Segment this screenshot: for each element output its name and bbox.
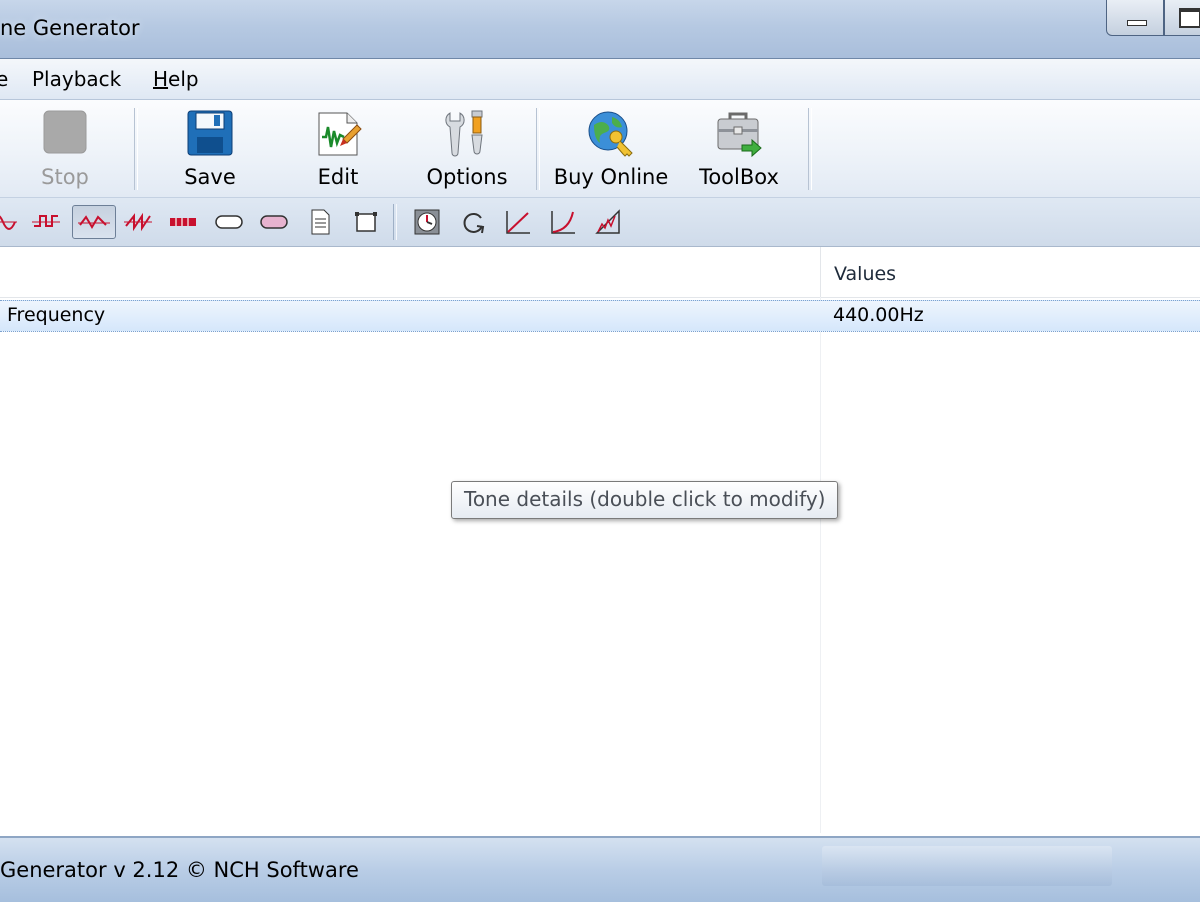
- edit-waveform-icon: [313, 109, 363, 163]
- white-noise-button[interactable]: [212, 205, 246, 239]
- column-header-values[interactable]: Values: [820, 247, 896, 297]
- toolbar-separator: [808, 108, 812, 190]
- menu-playback[interactable]: Playback: [32, 67, 121, 91]
- table-row[interactable]: Frequency 440.00Hz: [0, 300, 1200, 332]
- stop-label: Stop: [41, 165, 89, 189]
- minimize-button[interactable]: [1106, 0, 1164, 36]
- crop-button[interactable]: [349, 205, 383, 239]
- toolbox-label: ToolBox: [699, 165, 779, 189]
- status-panel: [822, 846, 1112, 886]
- options-label: Options: [426, 165, 508, 189]
- edit-label: Edit: [317, 165, 359, 189]
- toolbox-button[interactable]: ToolBox: [694, 106, 784, 194]
- tone-details-list[interactable]: Values Frequency 440.00Hz Tone details (…: [0, 247, 1200, 835]
- options-button[interactable]: Options: [421, 106, 513, 194]
- menu-help-rest: elp: [168, 67, 199, 91]
- sawtooth-wave-button[interactable]: [121, 205, 155, 239]
- status-text: Generator v 2.12 © NCH Software: [0, 858, 359, 882]
- pink-noise-button[interactable]: [257, 205, 291, 239]
- timer-button[interactable]: [410, 205, 444, 239]
- list-header: Values: [0, 247, 1200, 298]
- save-label: Save: [184, 165, 236, 189]
- menu-file[interactable]: e: [0, 67, 8, 91]
- window-title: ne Generator: [0, 16, 140, 40]
- edit-button[interactable]: Edit: [293, 106, 383, 194]
- window-controls: [1106, 0, 1200, 36]
- status-bar: Generator v 2.12 © NCH Software: [0, 836, 1200, 902]
- options-tools-icon: [442, 109, 492, 165]
- toolbox-icon: [714, 109, 764, 163]
- toolbar-separator: [536, 108, 540, 190]
- square-wave-button[interactable]: [29, 205, 63, 239]
- log-sweep-button[interactable]: [546, 205, 580, 239]
- loop-button[interactable]: [456, 205, 490, 239]
- column-divider: [820, 297, 821, 833]
- value-cell: 440.00Hz: [833, 304, 924, 326]
- toolbar-separator: [393, 204, 397, 240]
- save-button[interactable]: Save: [165, 106, 255, 194]
- globe-key-icon: [586, 109, 636, 163]
- main-toolbar: Stop Save Edit Options Buy Online ToolBo…: [0, 100, 1200, 198]
- floppy-disk-icon: [186, 109, 234, 161]
- menu-help-accel: H: [153, 67, 169, 91]
- buy-online-label: Buy Online: [553, 165, 669, 189]
- tooltip: Tone details (double click to modify): [451, 481, 839, 519]
- menu-bar: e Playback Help: [0, 59, 1200, 100]
- title-bar: ne Generator: [0, 0, 1200, 59]
- pulse-wave-button[interactable]: [166, 205, 200, 239]
- property-cell: Frequency: [7, 304, 106, 326]
- sine-wave-button[interactable]: [0, 205, 20, 239]
- tone-type-toolbar: [0, 198, 1200, 247]
- stop-button[interactable]: Stop: [20, 106, 110, 194]
- level-button[interactable]: [591, 205, 625, 239]
- document-button[interactable]: [303, 205, 337, 239]
- toolbar-separator: [134, 108, 138, 190]
- stop-icon: [42, 109, 88, 159]
- triangle-wave-button[interactable]: [72, 205, 116, 239]
- menu-help[interactable]: Help: [153, 67, 199, 91]
- maximize-button[interactable]: [1164, 0, 1200, 36]
- buy-online-button[interactable]: Buy Online: [552, 106, 670, 194]
- linear-sweep-button[interactable]: [501, 205, 535, 239]
